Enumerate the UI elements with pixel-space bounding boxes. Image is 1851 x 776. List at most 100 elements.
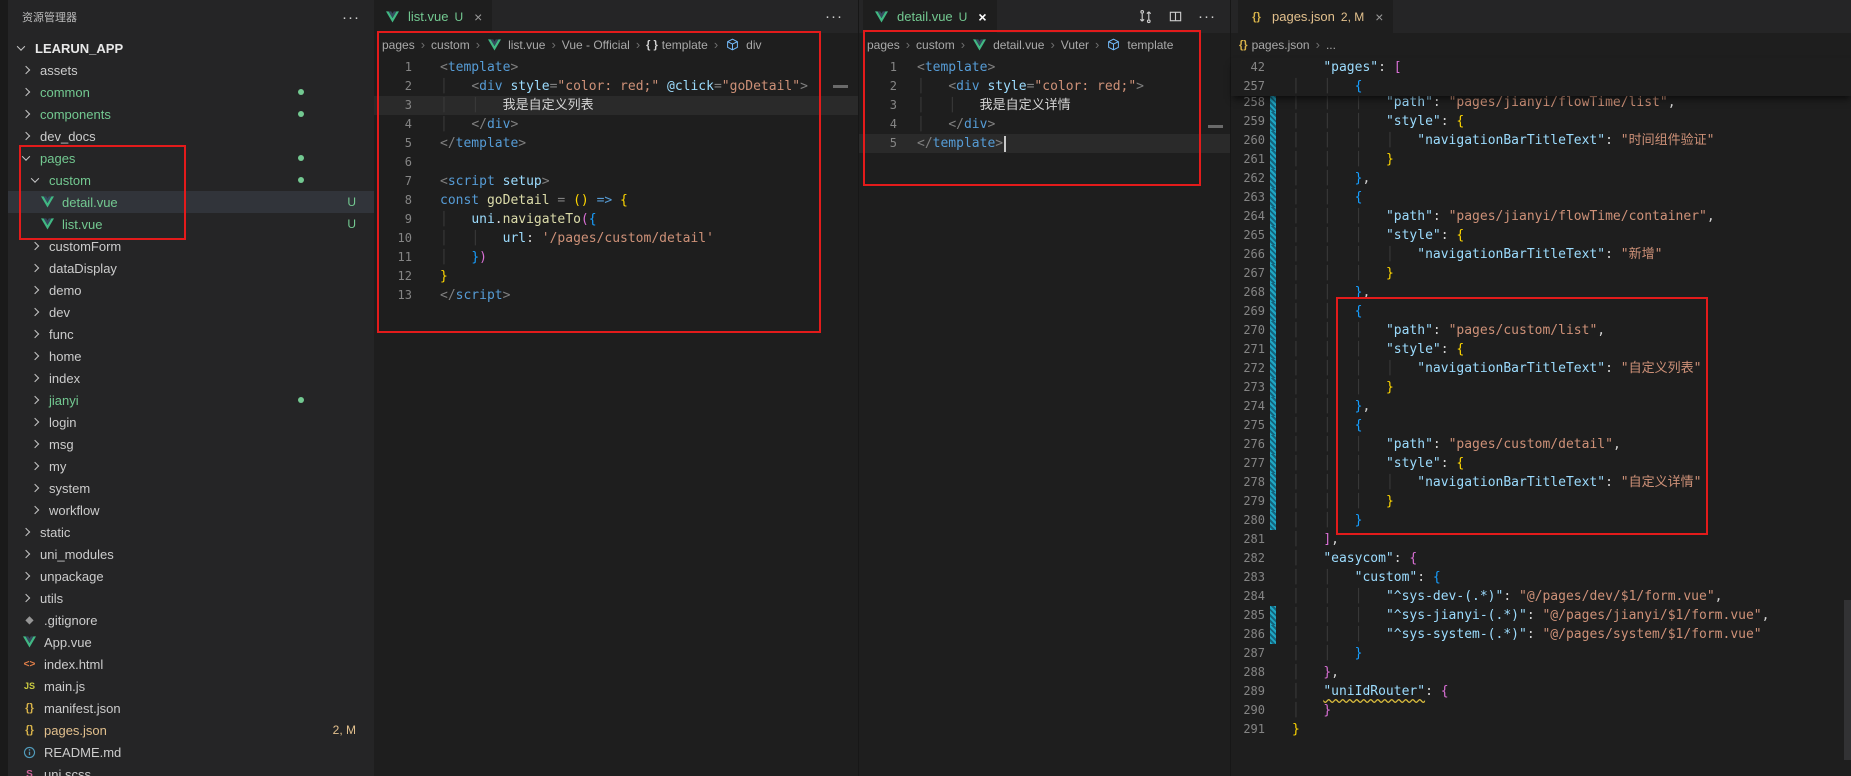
breadcrumb-item[interactable]: custom <box>431 38 470 52</box>
breadcrumb-item[interactable]: {}pages.json <box>1239 38 1310 52</box>
scrollbar[interactable] <box>1844 600 1851 760</box>
tree-item-dev[interactable]: dev <box>8 301 374 323</box>
tree-item-root[interactable]: LEARUN_APP <box>8 37 374 59</box>
symbol-cube-icon <box>725 38 740 51</box>
gutter <box>1270 549 1276 568</box>
tree-item-jianyi[interactable]: jianyi <box>8 389 374 411</box>
breadcrumb-item[interactable]: ... <box>1326 38 1336 52</box>
tree-item-pages[interactable]: pages <box>8 147 374 169</box>
tree-item-label: assets <box>40 63 78 78</box>
line-number: 273 <box>1231 378 1265 397</box>
tab-list.vue[interactable]: list.vueU× <box>374 0 492 33</box>
line-number: 284 <box>1231 587 1265 606</box>
code-line: 261│ │ │ } <box>1231 150 1851 169</box>
chevron-right-icon <box>31 352 39 360</box>
tab-pages.json[interactable]: {}pages.json2, M× <box>1238 0 1393 33</box>
breadcrumb-item[interactable]: template <box>1105 38 1173 52</box>
vue-icon <box>40 218 55 230</box>
code-line: 257│ │ { <box>1231 77 1851 96</box>
breadcrumb-item[interactable]: Vue - Official <box>562 38 630 52</box>
tree-item-system[interactable]: system <box>8 477 374 499</box>
info-icon <box>22 746 37 759</box>
breadcrumb-item[interactable]: pages <box>382 38 415 52</box>
tree-item-assets[interactable]: assets <box>8 59 374 81</box>
tree-item-unpackage[interactable]: unpackage <box>8 565 374 587</box>
tree-item-common[interactable]: common <box>8 81 374 103</box>
explorer-sidebar: 资源管理器 ··· LEARUN_APPassetscommoncomponen… <box>8 0 374 776</box>
line-number: 291 <box>1231 720 1265 739</box>
tree-item-customForm[interactable]: customForm <box>8 235 374 257</box>
split-editor-icon[interactable] <box>1168 9 1183 24</box>
tree-item-msg[interactable]: msg <box>8 433 374 455</box>
tab-detail.vue[interactable]: detail.vueU× <box>863 0 997 33</box>
editor-actions: ··· <box>825 0 858 33</box>
code-line: 8const goDetail = () => { <box>374 191 858 210</box>
code-editor-list-vue[interactable]: 1<template>2│ <div style="color: red;" @… <box>374 58 858 305</box>
breadcrumb-separator: › <box>1095 37 1099 52</box>
more-actions-icon[interactable]: ··· <box>825 8 843 25</box>
line-number: 259 <box>1231 112 1265 131</box>
line-number: 271 <box>1231 340 1265 359</box>
tree-item-.gitignore[interactable]: ◆.gitignore <box>8 609 374 631</box>
json-braces-icon: {} <box>22 724 37 736</box>
chevron-right-icon <box>22 528 30 536</box>
tree-item-label: my <box>49 459 66 474</box>
gutter <box>1270 682 1276 701</box>
file-tree[interactable]: LEARUN_APPassets commoncomponentsdev_docs… <box>8 37 374 776</box>
tree-item-index[interactable]: index <box>8 367 374 389</box>
close-icon[interactable]: × <box>474 9 482 25</box>
git-modified-gutter <box>1270 169 1276 188</box>
compare-changes-icon[interactable] <box>1138 9 1153 24</box>
tree-item-uni_modules[interactable]: uni_modules <box>8 543 374 565</box>
breadcrumb-item[interactable]: list.vue <box>486 38 545 52</box>
breadcrumb-item[interactable]: { }template <box>646 38 708 52</box>
tree-item-components[interactable]: components <box>8 103 374 125</box>
tree-item-index.html[interactable]: <>index.html <box>8 653 374 675</box>
tree-item-label: static <box>40 525 70 540</box>
breadcrumb-item[interactable]: detail.vue <box>971 38 1044 52</box>
tree-item-list.vue[interactable]: list.vueU <box>8 213 374 235</box>
breadcrumb-item[interactable]: div <box>724 38 761 52</box>
tree-item-pages.json[interactable]: {}pages.json2, M <box>8 719 374 741</box>
line-number: 260 <box>1231 131 1265 150</box>
close-icon[interactable]: × <box>1375 9 1383 25</box>
tree-item-my[interactable]: my <box>8 455 374 477</box>
tree-item-func[interactable]: func <box>8 323 374 345</box>
code-line: 10│ │ url: '/pages/custom/detail' <box>374 229 858 248</box>
explorer-more-actions-icon[interactable]: ··· <box>342 9 360 26</box>
tree-item-detail.vue[interactable]: detail.vueU <box>8 191 374 213</box>
chevron-right-icon <box>31 484 39 492</box>
tree-item-dev_docs[interactable]: dev_docs <box>8 125 374 147</box>
tree-item-dataDisplay[interactable]: dataDisplay <box>8 257 374 279</box>
code-editor-pages-json[interactable]: 258│ │ │ "path": "pages/jianyi/flowTime/… <box>1231 93 1851 739</box>
line-number: 3 <box>859 96 897 115</box>
git-modified-gutter <box>1270 397 1276 416</box>
breadcrumb-item[interactable]: Vuter <box>1061 38 1089 52</box>
line-number: 5 <box>859 134 897 153</box>
tree-item-utils[interactable]: utils <box>8 587 374 609</box>
tree-item-uni.scss[interactable]: Suni.scss <box>8 763 374 776</box>
tree-item-README.md[interactable]: README.md <box>8 741 374 763</box>
breadcrumb[interactable]: pages›custom›list.vue›Vue - Official›{ }… <box>374 33 858 56</box>
breadcrumb-item[interactable]: pages <box>867 38 900 52</box>
breadcrumb[interactable]: {}pages.json›... <box>1231 33 1851 56</box>
line-number: 5 <box>374 134 412 153</box>
more-actions-icon[interactable]: ··· <box>1198 8 1216 25</box>
breadcrumb-item[interactable]: custom <box>916 38 955 52</box>
tree-item-label: custom <box>49 173 91 188</box>
tree-item-custom[interactable]: custom <box>8 169 374 191</box>
breadcrumb[interactable]: pages›custom›detail.vue›Vuter›template <box>859 33 1231 56</box>
tree-item-login[interactable]: login <box>8 411 374 433</box>
tree-item-static[interactable]: static <box>8 521 374 543</box>
code-editor-detail-vue[interactable]: 1<template>2│ <div style="color: red;">3… <box>859 58 1231 153</box>
code-line: 3│ │ 我是自定义列表 <box>374 96 858 115</box>
tree-item-home[interactable]: home <box>8 345 374 367</box>
tree-item-workflow[interactable]: workflow <box>8 499 374 521</box>
code-line: 7<script setup> <box>374 172 858 191</box>
chevron-right-icon <box>22 572 30 580</box>
tree-item-manifest.json[interactable]: {}manifest.json <box>8 697 374 719</box>
close-icon[interactable]: × <box>978 9 986 25</box>
tree-item-demo[interactable]: demo <box>8 279 374 301</box>
tree-item-App.vue[interactable]: App.vue <box>8 631 374 653</box>
tree-item-main.js[interactable]: JSmain.js <box>8 675 374 697</box>
